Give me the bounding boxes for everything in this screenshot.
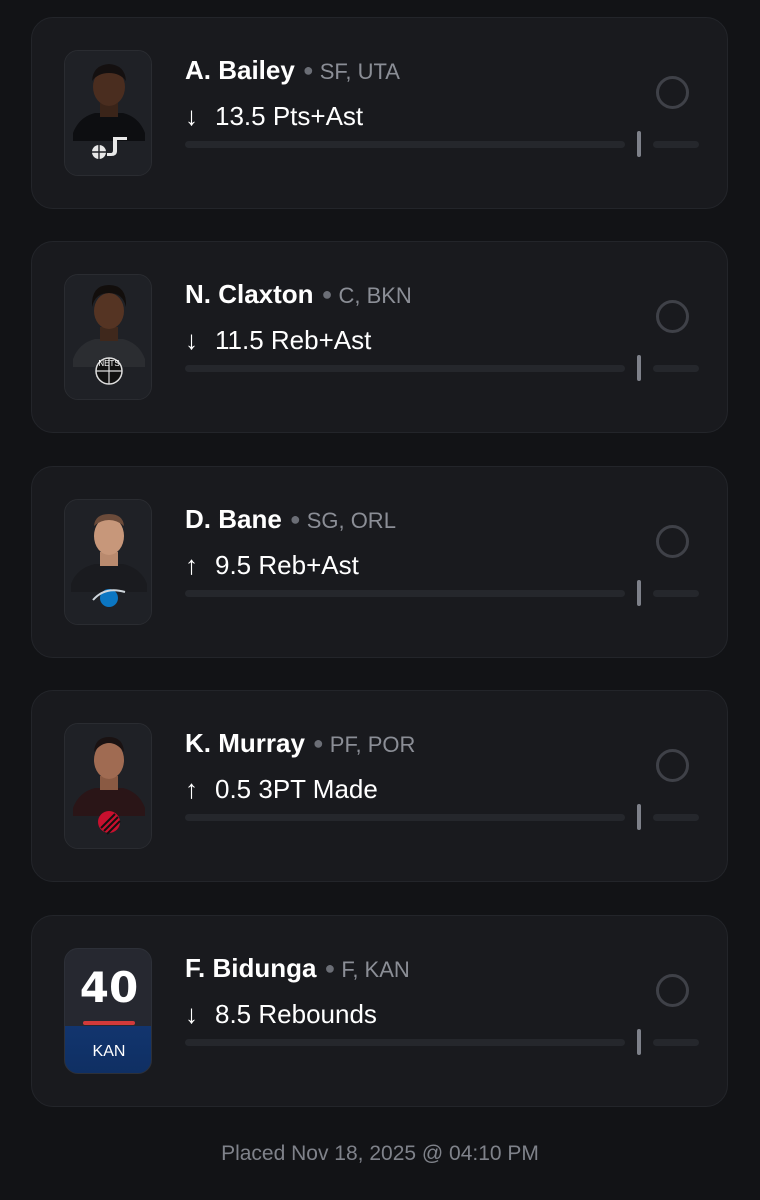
- progress-track: [185, 1039, 625, 1046]
- progress-track-end: [653, 365, 699, 372]
- pick-line-text: 11.5 Reb+Ast: [215, 325, 372, 355]
- player-position-team: F, KAN: [341, 957, 410, 982]
- player-headshot: NETS: [64, 274, 152, 400]
- arrow-down-icon: ↓: [185, 999, 198, 1029]
- separator-dot: ●: [321, 284, 333, 304]
- pick-line-text: 9.5 Reb+Ast: [215, 550, 359, 580]
- pick-line: ↓ 11.5 Reb+Ast: [185, 324, 371, 356]
- pick-card[interactable]: K. Murray ● PF, POR ↑ 0.5 3PT Made: [31, 690, 728, 882]
- line-marker: [637, 804, 641, 830]
- separator-dot: ●: [302, 60, 314, 80]
- line-marker: [637, 131, 641, 157]
- line-marker: [637, 580, 641, 606]
- separator-dot: ●: [289, 509, 301, 529]
- pick-line-text: 0.5 3PT Made: [215, 774, 378, 804]
- svg-text:NETS: NETS: [98, 359, 119, 368]
- pick-line-text: 8.5 Rebounds: [215, 999, 377, 1029]
- player-name: K. Murray: [185, 728, 305, 758]
- player-name: F. Bidunga: [185, 953, 317, 983]
- pick-line: ↑ 9.5 Reb+Ast: [185, 549, 359, 581]
- progress-track: [185, 141, 625, 148]
- arrow-up-icon: ↑: [185, 774, 198, 804]
- player-info: F. Bidunga ● F, KAN: [185, 952, 410, 987]
- pick-card[interactable]: D. Bane ● SG, ORL ↑ 9.5 Reb+Ast: [31, 466, 728, 658]
- player-position-team: SG, ORL: [306, 508, 396, 533]
- jersey-number: 40: [79, 963, 139, 1012]
- jersey-team: KAN: [92, 1043, 126, 1060]
- separator-dot: ●: [324, 958, 336, 978]
- progress-track-end: [653, 1039, 699, 1046]
- pick-line: ↓ 8.5 Rebounds: [185, 998, 377, 1030]
- pick-line-text: 13.5 Pts+Ast: [215, 101, 364, 131]
- player-headshot: [64, 499, 152, 625]
- select-radio[interactable]: [656, 749, 689, 782]
- pick-card[interactable]: A. Bailey ● SF, UTA ↓ 13.5 Pts+Ast: [31, 17, 728, 209]
- player-position-team: C, BKN: [338, 283, 412, 308]
- select-radio[interactable]: [656, 76, 689, 109]
- separator-dot: ●: [312, 733, 324, 753]
- player-name: D. Bane: [185, 504, 282, 534]
- placed-timestamp: Placed Nov 18, 2025 @ 04:10 PM: [221, 1142, 539, 1165]
- pick-card[interactable]: 40 KAN F. Bidunga ● F, KAN ↓ 8.5 Rebounds: [31, 915, 728, 1107]
- pick-line: ↑ 0.5 3PT Made: [185, 773, 378, 805]
- player-info: A. Bailey ● SF, UTA: [185, 54, 400, 89]
- progress-track: [185, 365, 625, 372]
- progress-track-end: [653, 590, 699, 597]
- progress-track: [185, 590, 625, 597]
- player-name: N. Claxton: [185, 279, 314, 309]
- player-headshot: [64, 50, 152, 176]
- arrow-up-icon: ↑: [185, 550, 198, 580]
- player-name: A. Bailey: [185, 55, 295, 85]
- player-info: D. Bane ● SG, ORL: [185, 503, 396, 538]
- nets-ball-icon: NETS: [95, 357, 123, 385]
- line-marker: [637, 1029, 641, 1055]
- jersey-badge: 40 KAN: [64, 948, 152, 1074]
- progress-track-end: [653, 141, 699, 148]
- jersey-stripe: [83, 1021, 135, 1025]
- select-radio[interactable]: [656, 300, 689, 333]
- pick-card[interactable]: NETS N. Claxton ● C, BKN ↓ 11.5 Reb+Ast: [31, 241, 728, 433]
- player-position-team: SF, UTA: [319, 59, 400, 84]
- player-headshot: [64, 723, 152, 849]
- line-marker: [637, 355, 641, 381]
- progress-track-end: [653, 814, 699, 821]
- player-info: K. Murray ● PF, POR: [185, 727, 415, 762]
- pick-line: ↓ 13.5 Pts+Ast: [185, 100, 363, 132]
- player-position-team: PF, POR: [329, 732, 416, 757]
- player-info: N. Claxton ● C, BKN: [185, 278, 412, 313]
- arrow-down-icon: ↓: [185, 325, 198, 355]
- select-radio[interactable]: [656, 974, 689, 1007]
- select-radio[interactable]: [656, 525, 689, 558]
- progress-track: [185, 814, 625, 821]
- arrow-down-icon: ↓: [185, 101, 198, 131]
